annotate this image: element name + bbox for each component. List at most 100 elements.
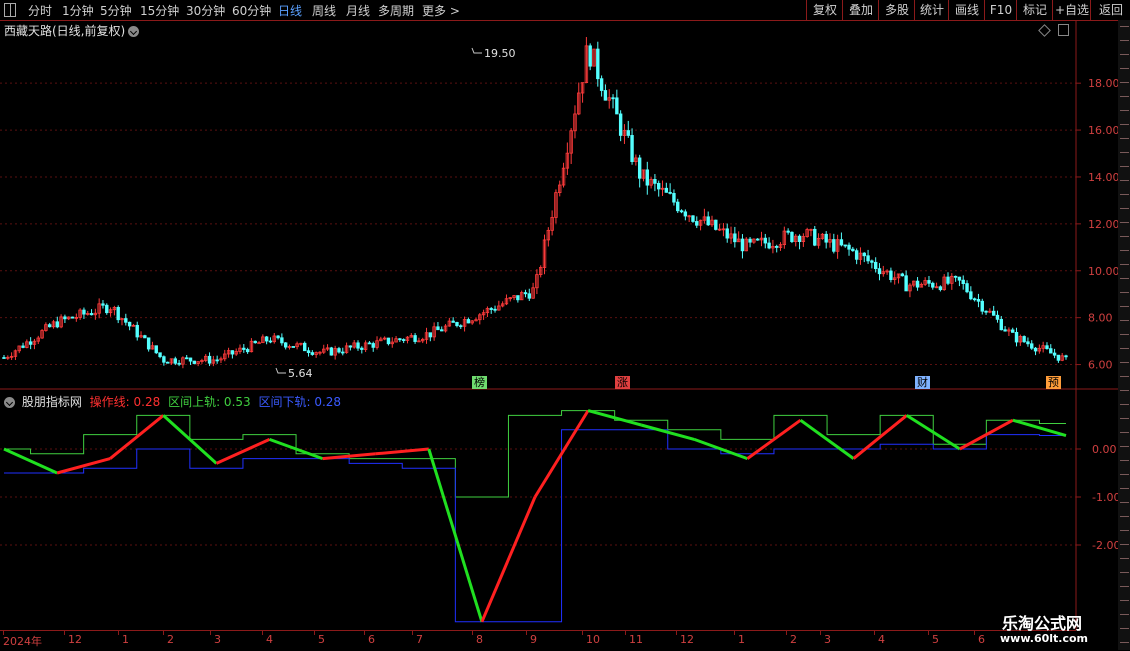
- candle-body: [455, 322, 459, 327]
- toolbar-button-8[interactable]: 返回: [1090, 0, 1130, 20]
- candle-body: [786, 230, 790, 233]
- price-axis-label: 6.00: [1088, 359, 1113, 372]
- toolbar-button-3[interactable]: 统计: [914, 0, 949, 20]
- candle-body: [725, 228, 729, 239]
- date-axis: 2024年 12 1 2 3 4 5 6 7 8 9 10 11 12 1 2 3 4 5 6: [0, 630, 1076, 651]
- candle-body: [523, 292, 528, 295]
- toolbar-button-2[interactable]: 多股: [878, 0, 915, 20]
- candle-body: [740, 238, 745, 252]
- date-label-19: 6: [978, 633, 985, 646]
- period-tab-8[interactable]: 月线: [346, 2, 370, 19]
- toolbar-button-7[interactable]: +自选: [1052, 0, 1091, 20]
- candle-body: [976, 299, 981, 302]
- strip-tick: [1120, 404, 1129, 405]
- period-tab-9[interactable]: 多周期: [378, 2, 414, 19]
- candle-body: [21, 345, 25, 348]
- date-tick: [874, 631, 875, 635]
- date-label-4: 3: [214, 633, 221, 646]
- period-tab-6[interactable]: 日线: [278, 2, 302, 19]
- strip-tick: [1120, 572, 1129, 573]
- period-tab-3[interactable]: 15分钟: [140, 2, 179, 19]
- candle-body: [356, 342, 360, 349]
- period-tab-0[interactable]: 分时: [28, 2, 52, 19]
- candle-body: [303, 342, 307, 352]
- candle-body: [984, 310, 988, 313]
- candle-body: [257, 342, 261, 345]
- strip-tick: [1120, 334, 1129, 335]
- period-tab-5[interactable]: 60分钟: [232, 2, 271, 19]
- date-tick: [314, 631, 315, 635]
- candle-body: [847, 244, 851, 250]
- candle-body: [116, 307, 120, 321]
- date-tick: [582, 631, 583, 635]
- date-tick: [163, 631, 164, 635]
- candle-body: [188, 357, 193, 362]
- event-tag-0[interactable]: 榜: [472, 376, 487, 389]
- candle-body: [516, 295, 520, 301]
- date-tick: [625, 631, 626, 635]
- strip-tick: [1120, 180, 1129, 181]
- candle-body: [767, 242, 771, 249]
- candle-body: [367, 342, 372, 345]
- candle-body: [398, 338, 402, 341]
- strip-tick: [1120, 488, 1129, 489]
- period-tab-7[interactable]: 周线: [312, 2, 336, 19]
- period-tab-4[interactable]: 30分钟: [186, 2, 225, 19]
- strip-tick: [1120, 502, 1129, 503]
- toolbar-button-6[interactable]: 标记: [1016, 0, 1053, 20]
- period-tab-10[interactable]: 更多 >: [422, 2, 460, 19]
- toolbar-button-1[interactable]: 叠加: [842, 0, 879, 20]
- candle-body: [360, 347, 364, 350]
- strip-tick: [1120, 474, 1129, 475]
- strip-tick: [1120, 530, 1129, 531]
- candle-body: [401, 339, 406, 341]
- price-chart[interactable]: 18.00 16.00 14.00 12.00 10.00 8.00 6.00 19.50 5…: [0, 20, 1118, 390]
- strip-tick: [1120, 68, 1129, 69]
- event-tag-3[interactable]: 预: [1046, 376, 1061, 389]
- toolbar-button-4[interactable]: 画线: [948, 0, 985, 20]
- candle-body: [862, 252, 866, 257]
- candle-body: [672, 192, 676, 203]
- strip-tick: [1120, 292, 1129, 293]
- candle-body: [280, 337, 284, 344]
- candle-body: [230, 350, 235, 355]
- event-tag-1[interactable]: 涨: [615, 376, 630, 389]
- toolbar-button-0[interactable]: 复权: [806, 0, 843, 20]
- candle-body: [626, 130, 630, 136]
- strip-tick: [1120, 26, 1129, 27]
- candle-body: [436, 326, 440, 331]
- date-label-13: 12: [680, 633, 694, 646]
- candle-body: [135, 324, 139, 338]
- candle-body: [866, 255, 870, 262]
- toolbar-button-5[interactable]: F10: [984, 0, 1017, 20]
- candle-body: [337, 348, 341, 353]
- strip-tick: [1120, 40, 1129, 41]
- period-tab-2[interactable]: 5分钟: [100, 2, 132, 19]
- date-tick: [928, 631, 929, 635]
- candle-body: [413, 335, 417, 342]
- strip-tick: [1120, 138, 1129, 139]
- right-scroll-strip[interactable]: [1118, 20, 1130, 650]
- candle-body: [965, 283, 969, 293]
- strip-tick: [1120, 208, 1129, 209]
- candle-body: [348, 345, 353, 348]
- candle-body: [173, 358, 177, 364]
- candle-body: [854, 250, 859, 260]
- candle-body: [946, 276, 950, 284]
- indicator-chart[interactable]: 0.00 -1.00 -2.00: [0, 390, 1118, 630]
- strip-tick: [1120, 348, 1129, 349]
- candle-body: [242, 347, 246, 350]
- candle-body: [637, 157, 642, 179]
- candle-body: [995, 314, 1000, 320]
- candle-body: [843, 244, 847, 247]
- candle-body: [603, 90, 608, 101]
- candle-body: [127, 321, 132, 327]
- price-axis-label: 18.00: [1088, 77, 1118, 90]
- strip-tick: [1120, 558, 1129, 559]
- candle-body: [154, 345, 158, 354]
- period-tab-1[interactable]: 1分钟: [62, 2, 94, 19]
- panel-icon[interactable]: [4, 3, 16, 17]
- event-tag-2[interactable]: 财: [915, 376, 930, 389]
- date-tick: [974, 631, 975, 635]
- candle-body: [1003, 329, 1007, 332]
